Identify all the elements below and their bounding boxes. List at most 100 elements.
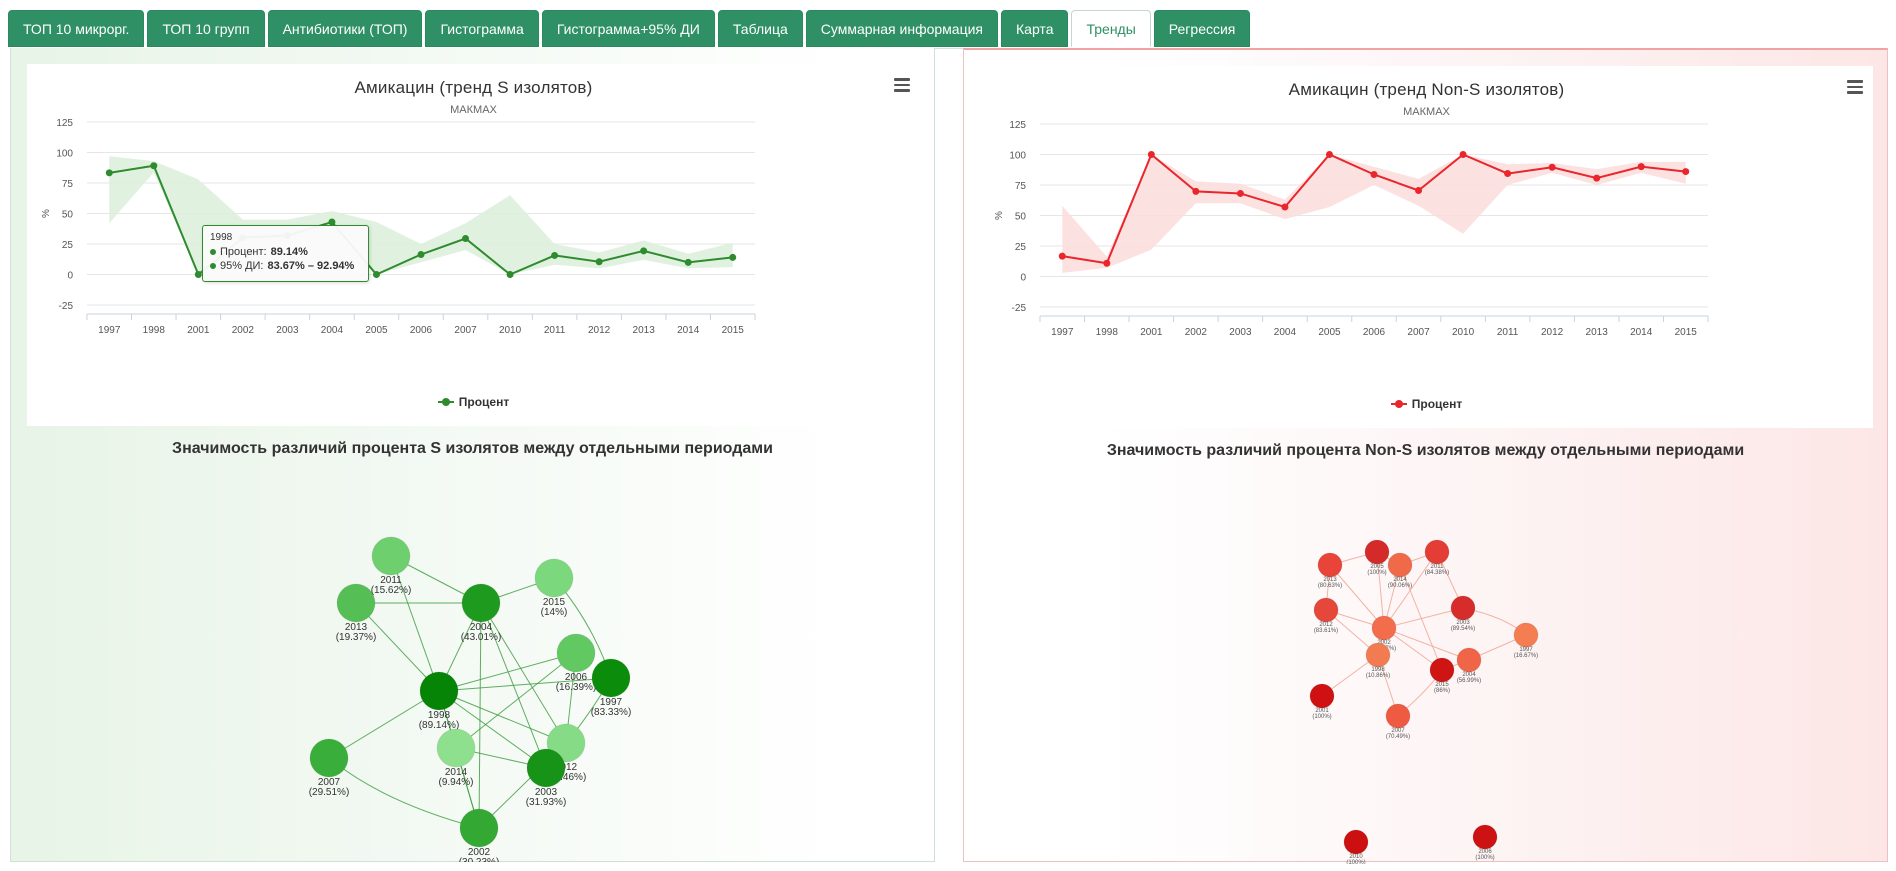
node-value-label: (80.63%) (1318, 583, 1342, 589)
node-value-label: (30.23%) (459, 857, 500, 862)
y-tick-label: 0 (67, 271, 73, 282)
legend-item-percent[interactable]: Процент (437, 395, 510, 409)
network-node (1371, 615, 1397, 641)
x-tick-label: 2001 (1140, 327, 1163, 338)
network-node (534, 558, 574, 598)
data-point (462, 234, 470, 242)
y-tick-label: 75 (62, 179, 74, 190)
legend-item-percent[interactable]: Процент (1390, 397, 1462, 411)
node-value-label: (90.06%) (1388, 583, 1412, 589)
data-point (194, 271, 202, 278)
network-node (1429, 657, 1455, 683)
node-value-label: (86%) (1434, 688, 1450, 694)
node-value-label: (100%) (1475, 855, 1494, 861)
tab-map[interactable]: Карта (1001, 10, 1069, 47)
network-node (1343, 829, 1369, 855)
tab-top10-groups[interactable]: ТОП 10 групп (147, 10, 265, 47)
data-point (684, 258, 692, 266)
network-node (461, 583, 501, 623)
data-point (551, 251, 559, 259)
data-point (1147, 151, 1155, 158)
network-edge (480, 602, 567, 744)
data-point (506, 271, 514, 278)
network-node (459, 808, 499, 848)
data-point (150, 162, 158, 170)
y-tick-label: -25 (1012, 303, 1027, 314)
x-tick-label: 2013 (633, 325, 656, 336)
chart-subtitle: МАКМАХ (450, 104, 497, 116)
data-point (1548, 163, 1556, 171)
x-tick-label: 1997 (1051, 327, 1074, 338)
x-tick-label: 2005 (365, 325, 388, 336)
tooltip-ci-value: 83.67% – 92.94% (267, 260, 355, 272)
network-ns-svg: 2013(80.63%)2005(100%)2014(90.06%)2011(8… (1309, 539, 1539, 864)
chart-legend: Процент (980, 394, 1873, 411)
node-value-label: (100%) (1367, 570, 1386, 576)
tooltip-percent-value: 89.14% (270, 246, 308, 258)
chart-s-trend: -25 0 25 50 75 100 125% 1997 1998 2001 2002 2003 200… (27, 64, 920, 426)
data-point (1236, 189, 1244, 197)
x-tick-label: 2004 (1274, 327, 1297, 338)
network-node (1364, 539, 1390, 565)
chart-menu-icon[interactable] (894, 78, 910, 92)
tooltip-dot (210, 249, 216, 255)
x-tick-label: 2004 (321, 325, 344, 336)
tab-histogram[interactable]: Гистограмма (425, 10, 539, 47)
tooltip-percent-row: Процент: 89.14% (210, 246, 361, 258)
tab-trends[interactable]: Тренды (1071, 10, 1151, 47)
data-point (640, 247, 648, 255)
chart-ns-trend: -25 0 25 50 75 100 125% 1997 1998 2001 2002 2003 200… (980, 66, 1873, 428)
tab-summary[interactable]: Суммарная информация (805, 10, 999, 47)
chart-title: Амикацин (тренд S изолятов) (354, 78, 593, 97)
network-node (591, 658, 631, 698)
y-tick-label: 100 (1009, 151, 1026, 162)
x-tick-label: 2003 (276, 325, 299, 336)
tab-bar: ТОП 10 микрорг. ТОП 10 групп Антибиотики… (8, 10, 1251, 48)
x-tick-label: 2002 (1185, 327, 1208, 338)
node-value-label: (83.61%) (1314, 628, 1338, 634)
network-node (436, 728, 476, 768)
network-node (1450, 595, 1476, 621)
network-node (1513, 622, 1539, 648)
y-tick-label: 75 (1015, 181, 1027, 192)
data-point (1192, 187, 1200, 195)
legend-swatch (1390, 400, 1407, 408)
data-point (105, 169, 113, 177)
chart-s-svg: -25 0 25 50 75 100 125% 1997 1998 2001 2002 2003 200… (41, 118, 756, 336)
y-axis-label: % (994, 211, 1005, 220)
data-point (1058, 252, 1066, 260)
tab-regression[interactable]: Регрессия (1153, 10, 1251, 47)
node-value-label: (9.94%) (438, 777, 473, 788)
x-tick-label: 2007 (1407, 327, 1430, 338)
tooltip-percent-label: Процент: (220, 246, 267, 258)
network-node (336, 583, 376, 623)
data-point (1415, 187, 1423, 195)
x-tick-label: 2015 (722, 325, 745, 336)
node-value-label: (15.62%) (371, 585, 412, 596)
tab-histogram-ci[interactable]: Гистограмма+95% ДИ (541, 10, 715, 47)
chart-menu-icon[interactable] (1847, 80, 1863, 94)
network-node (309, 738, 349, 778)
node-value-label: (43.01%) (461, 632, 502, 643)
network-s-svg: 2011(15.62%)2013(19.37%)2004(43.01%)2015… (309, 536, 631, 862)
x-tick-label: 1998 (143, 325, 166, 336)
legend-label: Процент (458, 395, 510, 409)
tab-antibiotics-top[interactable]: Антибиотики (ТОП) (267, 10, 423, 47)
x-tick-label: 2003 (1229, 327, 1252, 338)
x-tick-label: 2002 (232, 325, 255, 336)
data-point (1325, 151, 1333, 158)
node-value-label: (16.67%) (1514, 653, 1538, 659)
node-value-label: (70.49%) (1386, 734, 1410, 740)
section-title-s: Значимость различий процента S изолятов … (172, 440, 773, 457)
tab-top10-microorg[interactable]: ТОП 10 микрорг. (8, 10, 145, 47)
network-node (1309, 683, 1335, 709)
data-point (1459, 151, 1467, 158)
network-node (1313, 597, 1339, 623)
chart-title: Амикацин (тренд Non-S изолятов) (1288, 80, 1565, 99)
network-node (1365, 642, 1391, 668)
tab-table[interactable]: Таблица (717, 10, 803, 47)
network-node (1472, 824, 1498, 850)
panel-ns-trend: -25 0 25 50 75 100 125% 1997 1998 2001 2002 2003 200… (963, 48, 1888, 864)
y-tick-label: -25 (59, 301, 74, 312)
data-point (1504, 170, 1512, 178)
